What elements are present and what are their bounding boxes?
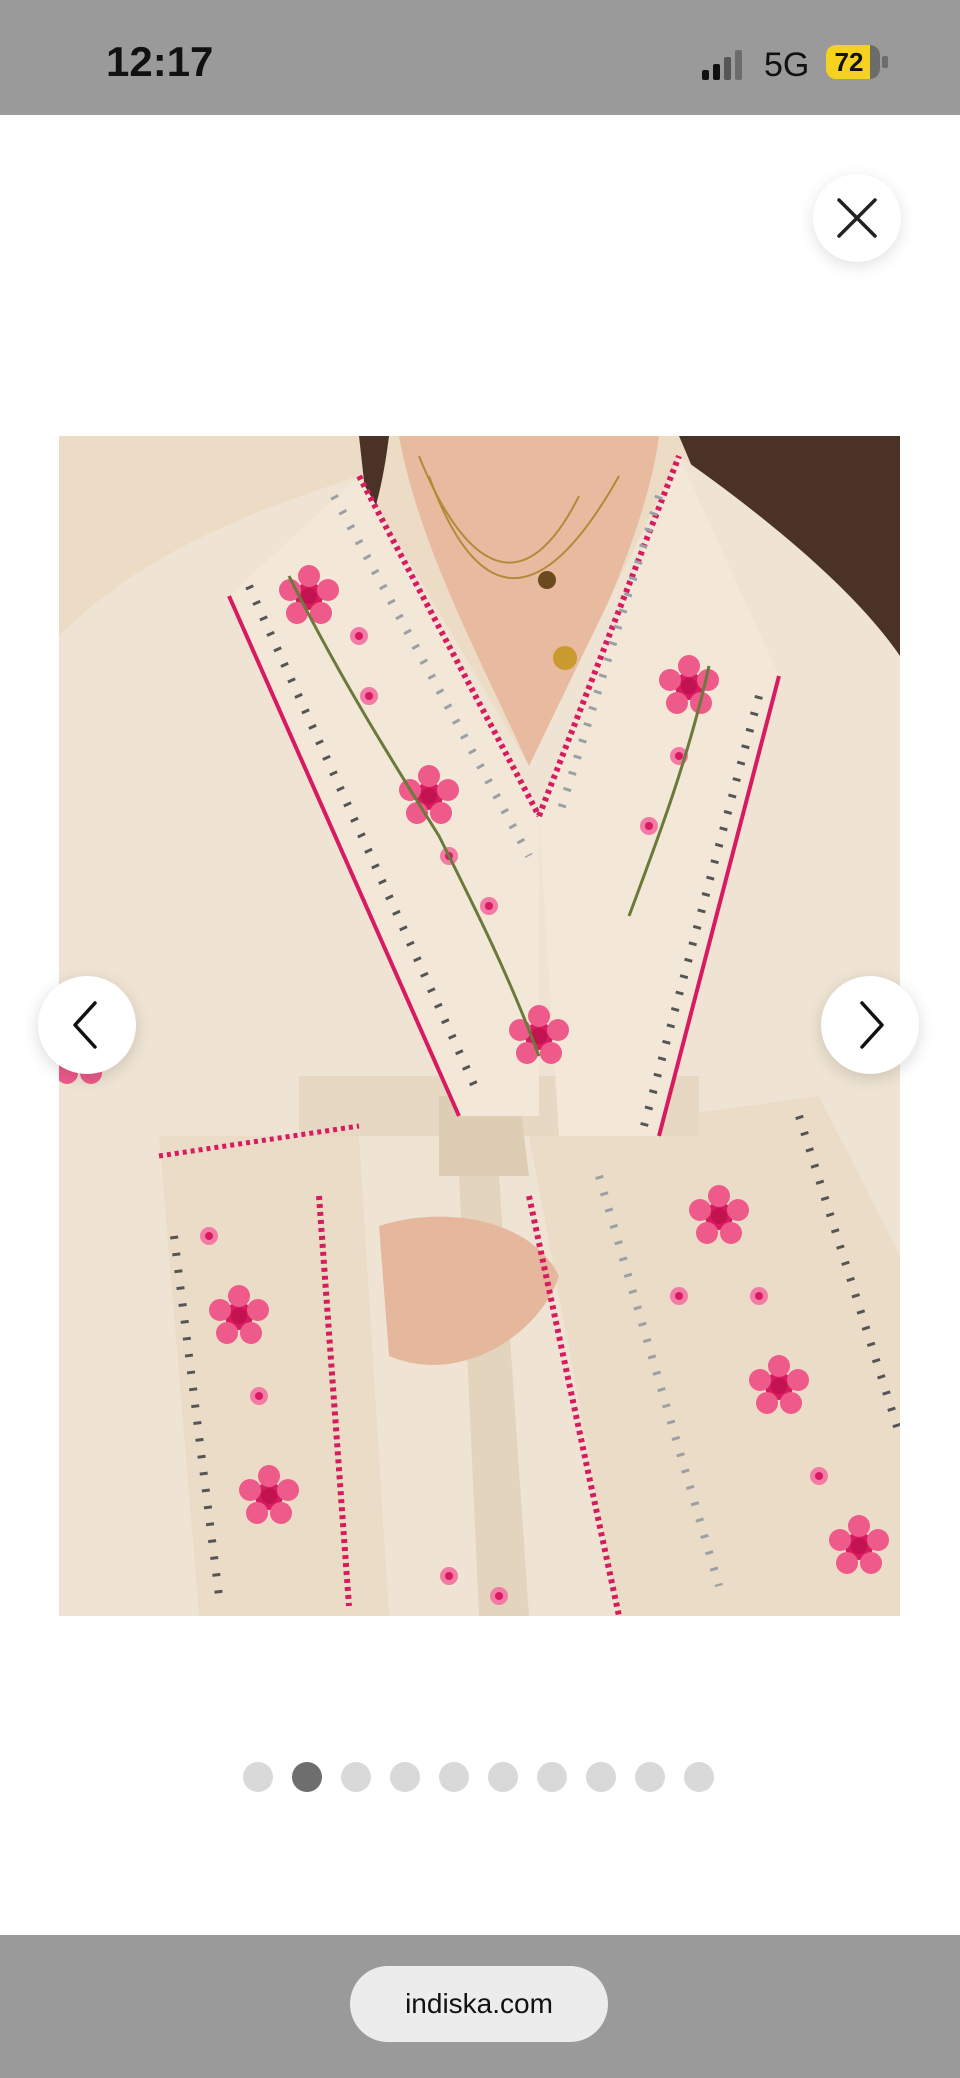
network-type: 5G <box>764 46 810 84</box>
previous-image-button[interactable] <box>38 976 136 1074</box>
pagination-dot[interactable] <box>390 1762 420 1792</box>
pagination-dot[interactable] <box>635 1762 665 1792</box>
battery-cap <box>882 56 888 68</box>
chevron-right-icon <box>860 1001 884 1049</box>
pagination-dot[interactable] <box>488 1762 518 1792</box>
address-bar[interactable]: indiska.com <box>350 1966 608 2042</box>
chevron-left-icon <box>73 1001 97 1049</box>
battery-level: 72 <box>834 47 864 77</box>
pagination-dot[interactable] <box>243 1762 273 1792</box>
close-icon <box>837 198 877 238</box>
pagination-dot[interactable] <box>537 1762 567 1792</box>
product-photo <box>59 436 900 1616</box>
product-image[interactable] <box>59 436 900 1616</box>
pagination-dot[interactable] <box>341 1762 371 1792</box>
pagination-dot[interactable] <box>439 1762 469 1792</box>
next-image-button[interactable] <box>821 976 919 1074</box>
image-pagination <box>0 1761 960 1793</box>
close-button[interactable] <box>813 174 901 262</box>
pagination-dot[interactable] <box>684 1762 714 1792</box>
pagination-dot-active[interactable] <box>292 1762 322 1792</box>
signal-icon <box>702 50 742 80</box>
url-text: indiska.com <box>405 1988 553 2019</box>
status-bar: 12:17 5G 72 <box>0 0 960 115</box>
status-time: 12:17 <box>106 38 214 85</box>
pagination-dot[interactable] <box>586 1762 616 1792</box>
battery-icon: 72 <box>826 45 880 79</box>
